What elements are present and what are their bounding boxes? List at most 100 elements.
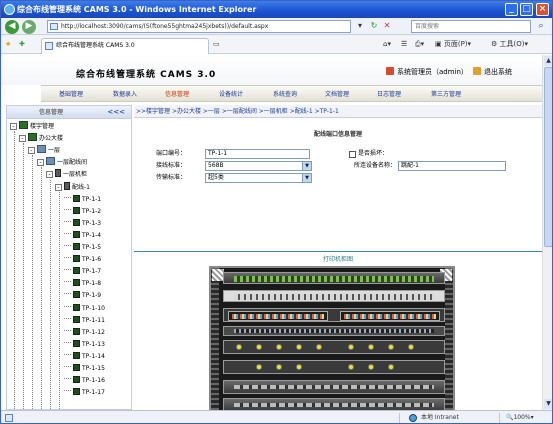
tree-node[interactable]: TP-1-10 <box>64 303 105 314</box>
user-link[interactable]: 系统管理员（admin） <box>386 67 468 77</box>
tree-expander-icon[interactable]: - <box>37 159 44 167</box>
tree-node[interactable]: TP-1-6 <box>64 254 101 265</box>
tree-expander-icon[interactable]: - <box>10 123 17 130</box>
browser-tab[interactable]: 综合布线管理系统 CAMS 3.0 <box>41 38 209 54</box>
fiber-port-icon <box>368 344 374 350</box>
new-tab-icon[interactable]: ▭ <box>213 39 220 50</box>
transmission-select[interactable]: 超5类 ▼ <box>205 173 312 183</box>
patch-panel-left[interactable] <box>228 311 328 321</box>
page-menu[interactable]: ▣ 页面(P)▾ <box>435 39 471 50</box>
feeds-icon[interactable]: ☰ <box>401 39 407 50</box>
refresh-icon[interactable]: ↻ <box>368 21 380 32</box>
chevron-down-icon: ▼ <box>302 174 311 182</box>
print-icon[interactable]: ⎙▾ <box>415 39 424 50</box>
vertical-scrollbar[interactable]: ▲ ▼ <box>542 55 552 410</box>
tree-node[interactable]: TP-1-17 <box>64 387 105 398</box>
menu-item-basic[interactable]: 基础管理 <box>59 90 83 99</box>
forward-button[interactable]: ▶ <box>22 20 36 34</box>
tree-node[interactable]: TP-1-1 <box>64 194 101 205</box>
menu-item-query[interactable]: 系统查询 <box>273 90 297 99</box>
url-input[interactable]: http://localhost:3090/cams/(S(ftone55ght… <box>47 20 351 33</box>
home-icon[interactable]: ⌂▾ <box>383 39 391 50</box>
close-button[interactable]: × <box>536 3 549 16</box>
tree-node[interactable]: TP-1-11 <box>64 315 105 326</box>
tree-expander-icon[interactable]: - <box>55 183 62 191</box>
tree-node[interactable]: TP-1-16 <box>64 375 105 386</box>
port-icon <box>73 243 80 250</box>
favorites-star-icon[interactable]: ★ <box>5 39 11 50</box>
fiber-port-icon <box>276 344 282 350</box>
damaged-checkbox[interactable] <box>349 151 356 158</box>
scroll-down-icon[interactable]: ▼ <box>544 399 552 409</box>
port-icon <box>73 279 80 287</box>
tree-node[interactable]: TP-1-3 <box>64 218 101 229</box>
status-separator <box>399 413 400 423</box>
url-dropdown-icon[interactable]: ▾ <box>354 21 366 32</box>
cable-slots <box>234 329 434 333</box>
fiber-panel-unit[interactable] <box>223 360 445 374</box>
menu-item-docs[interactable]: 文档管理 <box>325 90 349 99</box>
tree-node[interactable]: - 配线-1 <box>55 181 90 193</box>
fiber-port-icon <box>296 364 302 370</box>
back-button[interactable]: ◀ <box>5 20 19 34</box>
scroll-up-icon[interactable]: ▲ <box>544 56 552 66</box>
menu-item-stats[interactable]: 设备统计 <box>219 90 243 99</box>
tree-node[interactable]: TP-1-7 <box>64 266 101 277</box>
cable-manager-unit[interactable] <box>223 326 445 336</box>
menu-item-data-entry[interactable]: 数据录入 <box>113 90 137 99</box>
port-icon <box>73 218 80 226</box>
tree-node[interactable]: TP-1-15 <box>64 363 105 374</box>
collapse-button[interactable]: <<< <box>107 108 125 117</box>
tree-node-label: TP-1-15 <box>82 365 105 372</box>
server-unit[interactable] <box>223 380 445 394</box>
tree-node-label: 配线-1 <box>72 183 90 191</box>
device-name-input[interactable]: 跳配-1 <box>398 161 506 171</box>
chevron-down-icon: ▼ <box>302 162 311 170</box>
bldg-icon <box>19 121 28 129</box>
port-icon <box>73 315 80 323</box>
minimize-button[interactable]: _ <box>505 3 518 16</box>
tree-node[interactable]: TP-1-8 <box>64 278 101 289</box>
tree-connector <box>64 353 71 355</box>
search-icon[interactable]: ⌕ <box>534 21 548 32</box>
tree-node[interactable]: TP-1-5 <box>64 242 101 253</box>
switch-unit[interactable] <box>223 290 445 302</box>
tools-menu[interactable]: ⚙ 工具(O)▾ <box>491 39 528 50</box>
tree-node-label: 一层 <box>48 147 61 155</box>
fiber-panel-unit[interactable] <box>223 340 445 354</box>
exit-link[interactable]: 退出系统 <box>473 67 512 77</box>
rack-diagram[interactable] <box>209 266 455 410</box>
tree-node[interactable]: - 一层机柜 <box>46 169 87 180</box>
server-unit[interactable] <box>223 398 445 410</box>
tab-title: 综合布线管理系统 CAMS 3.0 <box>56 42 135 49</box>
patch-panel-right[interactable] <box>340 311 440 321</box>
tree-expander-icon[interactable]: - <box>46 171 53 179</box>
tree-node[interactable]: TP-1-12 <box>64 327 105 338</box>
tree-node[interactable]: TP-1-2 <box>64 206 101 217</box>
tree-node[interactable]: TP-1-13 <box>64 339 105 350</box>
tree-node[interactable]: TP-1-9 <box>64 290 101 301</box>
switch-unit[interactable] <box>223 272 445 284</box>
wiring-standard-select[interactable]: 568B ▼ <box>205 161 312 171</box>
zoom-level[interactable]: 🔍100%▾ <box>506 411 534 423</box>
port-no-input[interactable]: TP-1-1 <box>205 149 310 159</box>
tree-node[interactable]: - 办公大楼 <box>19 133 63 144</box>
tree-node[interactable]: - 楼宇管理 <box>10 121 54 132</box>
window-title: 综合布线管理系统 CAMS 3.0 - Windows Internet Exp… <box>17 5 257 14</box>
scroll-thumb[interactable] <box>544 67 552 247</box>
menu-item-third-party[interactable]: 第三方管理 <box>431 90 461 99</box>
tree-node[interactable]: TP-1-14 <box>64 351 105 362</box>
tree-expander-icon[interactable]: - <box>19 135 26 143</box>
stop-icon[interactable]: ✕ <box>381 21 393 32</box>
tree-node[interactable]: TP-1-4 <box>64 230 101 241</box>
menu-item-logs[interactable]: 日志管理 <box>377 90 401 99</box>
add-favorite-icon[interactable]: ✚ <box>19 39 25 50</box>
tree-expander-icon[interactable]: - <box>28 147 35 155</box>
patch-panel-unit[interactable] <box>223 308 445 322</box>
exit-link-label: 退出系统 <box>484 68 512 76</box>
tree-node[interactable]: - 一层配线间 <box>37 157 87 168</box>
menu-item-info[interactable]: 信息管理 <box>165 90 189 99</box>
maximize-button[interactable]: □ <box>520 3 533 16</box>
port-icon <box>73 327 80 335</box>
search-input[interactable]: 百度搜索 <box>411 20 531 33</box>
